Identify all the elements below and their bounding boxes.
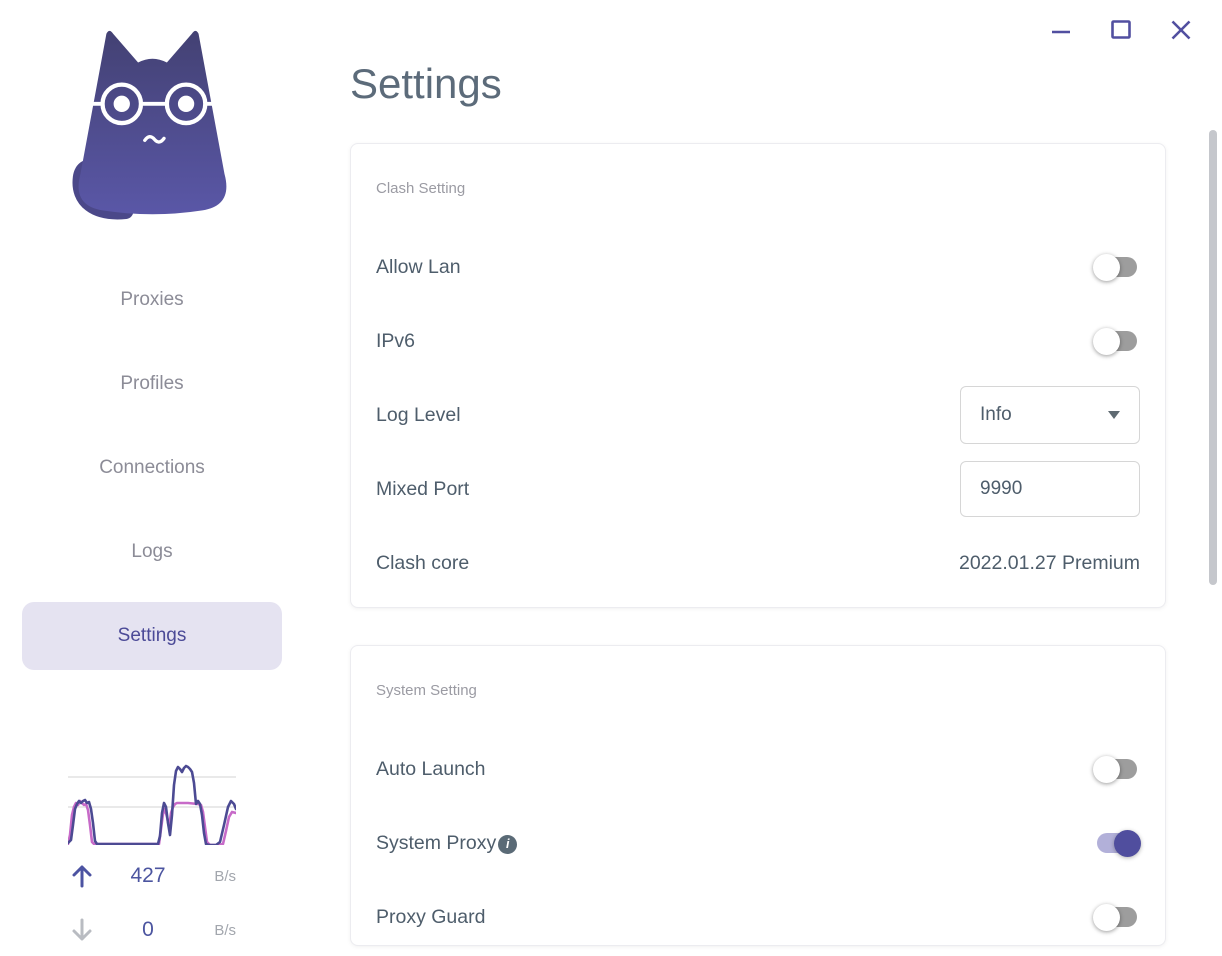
setting-row-proxy-guard: Proxy Guard bbox=[376, 880, 1140, 945]
clash-cat-logo bbox=[72, 30, 230, 220]
system-setting-card: System Setting Auto Launch System Proxy … bbox=[350, 645, 1166, 946]
toggle-thumb bbox=[1093, 903, 1120, 931]
cat-body bbox=[78, 30, 227, 215]
setting-row-log-level: Log Level Info bbox=[376, 378, 1140, 452]
clash-setting-card: Clash Setting Allow Lan IPv6 Log Level I… bbox=[350, 143, 1166, 608]
traffic-chart bbox=[68, 764, 236, 845]
cat-right-eye bbox=[177, 95, 195, 112]
setting-row-clash-core: Clash core 2022.01.27 Premium bbox=[376, 526, 1140, 600]
traffic-panel: 427 B/s 0 B/s bbox=[68, 757, 236, 945]
cat-left-eye bbox=[113, 95, 130, 112]
sidebar-item-logs[interactable]: Logs bbox=[22, 518, 282, 586]
setting-row-system-proxy: System Proxy i bbox=[376, 806, 1141, 880]
proxy-guard-toggle[interactable] bbox=[1093, 903, 1137, 931]
page-title: Settings bbox=[350, 60, 502, 107]
close-button[interactable] bbox=[1169, 18, 1193, 42]
auto-launch-toggle[interactable] bbox=[1093, 755, 1137, 783]
toggle-thumb bbox=[1093, 755, 1120, 783]
sidebar-item-profiles[interactable]: Profiles bbox=[22, 350, 282, 418]
download-arrow-icon bbox=[68, 916, 96, 944]
system-proxy-toggle[interactable] bbox=[1097, 829, 1141, 857]
allow-lan-toggle[interactable] bbox=[1093, 253, 1137, 281]
sidebar: Proxies Profiles Connections Logs Settin… bbox=[0, 0, 305, 956]
ipv6-toggle[interactable] bbox=[1093, 327, 1137, 355]
setting-row-ipv6: IPv6 bbox=[376, 304, 1140, 378]
scrollbar-thumb[interactable] bbox=[1209, 130, 1217, 585]
upload-stat-row: 427 B/s bbox=[68, 861, 236, 891]
chevron-down-icon bbox=[1108, 411, 1120, 419]
setting-row-auto-launch: Auto Launch bbox=[376, 732, 1140, 806]
mixed-port-input[interactable] bbox=[960, 461, 1140, 517]
upload-speed-unit: B/s bbox=[214, 867, 236, 885]
download-speed-value: 0 bbox=[142, 918, 154, 941]
download-stat-row: 0 B/s bbox=[68, 915, 236, 945]
download-speed-unit: B/s bbox=[214, 921, 236, 939]
upload-arrow-icon bbox=[68, 862, 96, 890]
sidebar-nav: Proxies Profiles Connections Logs Settin… bbox=[22, 266, 282, 686]
sidebar-item-proxies[interactable]: Proxies bbox=[22, 266, 282, 334]
clash-core-label: Clash core bbox=[376, 551, 470, 574]
sidebar-item-settings[interactable]: Settings bbox=[22, 602, 282, 670]
window-controls bbox=[1049, 18, 1193, 42]
log-level-label: Log Level bbox=[376, 403, 461, 426]
proxy-guard-label: Proxy Guard bbox=[376, 905, 486, 928]
toggle-thumb bbox=[1093, 327, 1120, 355]
minimize-button[interactable] bbox=[1049, 18, 1073, 42]
log-level-selected-value: Info bbox=[980, 404, 1012, 425]
system-proxy-label: System Proxy i bbox=[376, 831, 518, 855]
upload-speed-value: 427 bbox=[130, 864, 166, 887]
clash-core-version: 2022.01.27 Premium bbox=[958, 551, 1140, 574]
allow-lan-label: Allow Lan bbox=[376, 255, 461, 278]
info-icon[interactable]: i bbox=[498, 834, 518, 854]
toggle-thumb bbox=[1114, 829, 1141, 857]
system-setting-card-title: System Setting bbox=[376, 682, 477, 699]
setting-row-allow-lan: Allow Lan bbox=[376, 230, 1140, 304]
close-icon bbox=[1171, 20, 1191, 40]
ipv6-label: IPv6 bbox=[376, 329, 416, 352]
toggle-thumb bbox=[1093, 253, 1120, 281]
maximize-button[interactable] bbox=[1109, 18, 1133, 42]
system-proxy-label-text: System Proxy bbox=[376, 831, 497, 854]
log-level-select[interactable]: Info bbox=[960, 386, 1140, 444]
setting-row-mixed-port: Mixed Port bbox=[376, 452, 1140, 526]
sidebar-item-connections[interactable]: Connections bbox=[22, 434, 282, 502]
auto-launch-label: Auto Launch bbox=[376, 757, 486, 780]
maximize-icon bbox=[1111, 20, 1131, 39]
clash-setting-card-title: Clash Setting bbox=[376, 180, 466, 197]
mixed-port-label: Mixed Port bbox=[376, 477, 470, 500]
minimize-icon bbox=[1052, 30, 1070, 34]
